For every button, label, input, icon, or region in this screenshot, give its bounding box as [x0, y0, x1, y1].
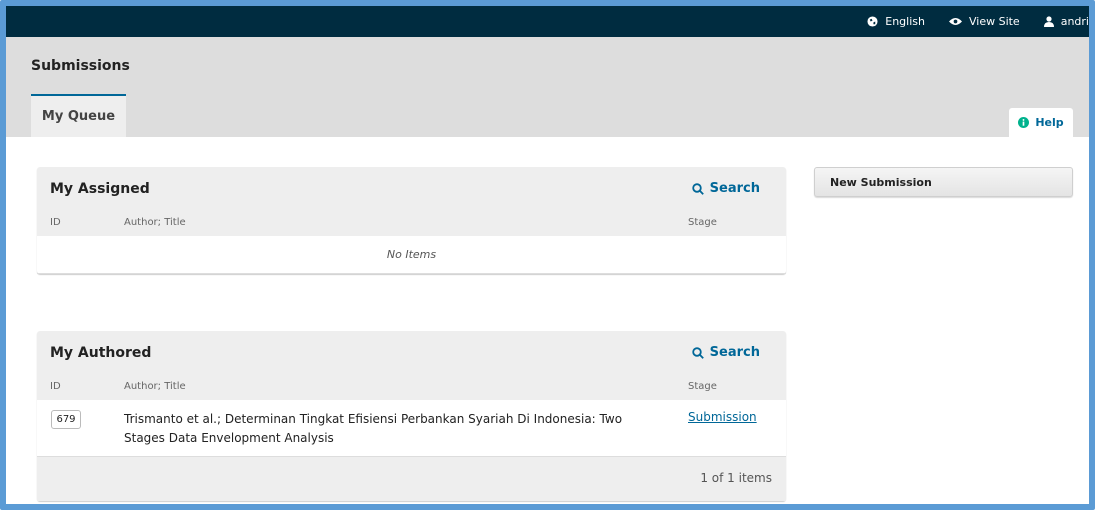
column-header-stage: Stage — [688, 217, 717, 228]
column-header-id: ID — [50, 217, 61, 228]
my-assigned-panel: My Assigned Search ID Author; Title Stag… — [37, 167, 786, 274]
search-button[interactable]: Search — [691, 181, 760, 196]
help-button[interactable]: Help — [1009, 108, 1073, 137]
new-submission-label: New Submission — [830, 175, 932, 189]
help-label: Help — [1035, 116, 1064, 129]
search-icon — [691, 346, 704, 359]
empty-list-message: No Items — [37, 236, 786, 274]
my-authored-panel: My Authored Search ID Author; Title Stag… — [37, 331, 786, 501]
search-label: Search — [709, 181, 760, 196]
search-label: Search — [709, 345, 760, 360]
view-site-label: View Site — [968, 15, 1020, 28]
page-title: Submissions — [31, 58, 130, 74]
language-label: English — [885, 15, 925, 28]
submission-row[interactable]: 679 Trismanto et al.; Determinan Tingkat… — [37, 400, 786, 456]
panel-header: My Assigned Search ID Author; Title Stag… — [37, 167, 786, 236]
column-header-id: ID — [50, 381, 61, 392]
panel-footer: 1 of 1 items — [37, 456, 786, 501]
new-submission-button[interactable]: New Submission — [814, 167, 1073, 197]
info-circle-icon — [1018, 117, 1030, 128]
view-site-link[interactable]: View Site — [948, 15, 1020, 28]
column-header-author-title: Author; Title — [124, 217, 186, 228]
globe-icon — [867, 16, 878, 27]
panel-header: My Authored Search ID Author; Title Stag… — [37, 331, 786, 400]
user-icon — [1043, 16, 1054, 27]
panel-title: My Assigned — [50, 181, 150, 197]
top-bar: English View Site andri — [6, 6, 1089, 37]
language-menu[interactable]: English — [867, 15, 925, 28]
eye-icon — [948, 18, 962, 25]
search-button[interactable]: Search — [691, 345, 760, 360]
username-label: andri — [1060, 15, 1089, 28]
tab-label: My Queue — [41, 109, 116, 124]
submission-author-title[interactable]: Trismanto et al.; Determinan Tingkat Efi… — [124, 410, 644, 448]
page-header: Submissions My Queue Help — [6, 37, 1089, 137]
search-icon — [691, 182, 704, 195]
submission-stage-link[interactable]: Submission — [688, 410, 757, 424]
column-header-author-title: Author; Title — [124, 381, 186, 392]
submission-id-badge: 679 — [51, 410, 81, 429]
user-menu[interactable]: andri — [1043, 15, 1089, 28]
column-header-stage: Stage — [688, 381, 717, 392]
top-nav: English View Site andri — [843, 6, 1089, 37]
app-frame: English View Site andri Submissions My Q… — [0, 0, 1095, 510]
pagination-count: 1 of 1 items — [700, 471, 772, 485]
tab-my-queue[interactable]: My Queue — [31, 94, 126, 137]
panel-title: My Authored — [50, 345, 152, 361]
